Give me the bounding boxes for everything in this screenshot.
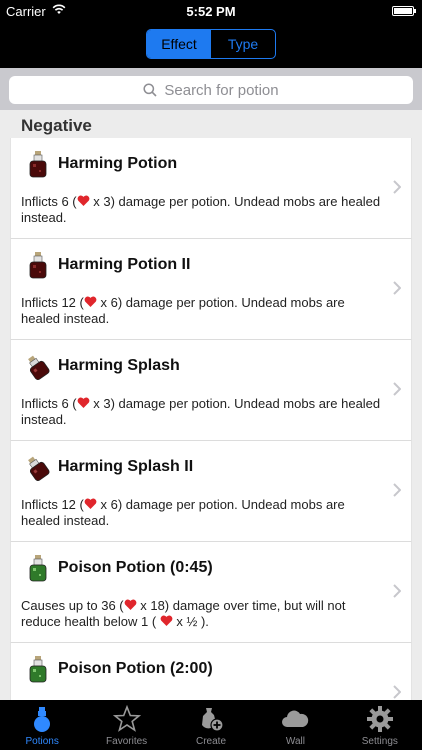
search-placeholder: Search for potion	[164, 81, 279, 99]
potion-title: Poison Potion (2:00)	[58, 660, 213, 677]
potion-title: Poison Potion (0:45)	[58, 559, 213, 576]
chevron-right-icon	[393, 584, 401, 598]
heart-icon	[160, 615, 173, 626]
list-item[interactable]: Harming Potion II Inflicts 12 ( x 6) dama…	[10, 239, 412, 340]
section-header: Negative	[0, 110, 422, 138]
harming-potion-icon	[26, 150, 50, 180]
heart-icon	[77, 397, 90, 408]
chevron-right-icon	[393, 685, 401, 699]
list-item[interactable]: Harming Splash Inflicts 6 ( x 3) damage p…	[10, 340, 412, 441]
harming-splash-icon	[26, 453, 50, 483]
segment-effect[interactable]: Effect	[147, 30, 211, 58]
potion-list: Harming Potion Inflicts 6 ( x 3) damage p…	[10, 138, 412, 744]
create-icon	[197, 705, 225, 733]
tab-label: Wall	[285, 736, 305, 747]
tab-bar: Potions Favorites Create Wall Settings	[0, 700, 422, 750]
potion-description: Inflicts 6 ( x 3) damage per potion. Und…	[21, 194, 381, 225]
heart-icon	[84, 296, 97, 307]
potion-description: Causes up to 36 ( x 18) damage over time…	[21, 598, 346, 629]
chevron-right-icon	[393, 483, 401, 497]
tab-label: Potions	[25, 736, 59, 747]
list-item[interactable]: Harming Splash II Inflicts 12 ( x 6) dama…	[10, 441, 412, 542]
status-bar: Carrier 5:52 PM	[0, 0, 422, 22]
potion-title: Harming Splash	[58, 357, 180, 374]
poison-potion-icon	[26, 554, 50, 584]
status-time: 5:52 PM	[186, 4, 236, 19]
cloud-icon	[281, 705, 309, 733]
chevron-right-icon	[393, 180, 401, 194]
potion-title: Harming Potion	[58, 155, 178, 172]
tab-label: Favorites	[106, 736, 148, 747]
search-input[interactable]: Search for potion	[9, 76, 413, 104]
search-icon	[143, 83, 157, 97]
tab-label: Create	[196, 736, 227, 747]
search-bar: Search for potion	[0, 68, 422, 110]
tab-potions[interactable]: Potions	[0, 700, 84, 750]
tab-favorites[interactable]: Favorites	[84, 700, 168, 750]
list-item[interactable]: Harming Potion Inflicts 6 ( x 3) damage p…	[10, 138, 412, 239]
tab-create[interactable]: Create	[169, 700, 253, 750]
poison-potion-icon	[26, 655, 50, 685]
harming-splash-icon	[26, 352, 50, 382]
potion-description: Inflicts 6 ( x 3) damage per potion. Und…	[21, 396, 381, 427]
potion-tab-icon	[28, 705, 56, 733]
harming-potion-icon	[26, 251, 50, 281]
chevron-right-icon	[393, 382, 401, 396]
list-item[interactable]: Poison Potion (0:45) Causes up to 36 ( x …	[10, 542, 412, 643]
tab-wall[interactable]: Wall	[253, 700, 337, 750]
potion-description: Inflicts 12 ( x 6) damage per potion. Un…	[21, 295, 345, 326]
chevron-right-icon	[393, 281, 401, 295]
gear-icon	[366, 705, 394, 733]
heart-icon	[84, 498, 97, 509]
potion-title: Harming Potion II	[58, 256, 191, 273]
battery-icon	[392, 6, 416, 16]
potion-description: Inflicts 12 ( x 6) damage per potion. Un…	[21, 497, 345, 528]
star-icon	[112, 704, 141, 733]
section-title: Negative	[21, 116, 92, 135]
heart-icon	[77, 195, 90, 206]
nav-bar: Effect Type	[0, 22, 422, 68]
segment-type[interactable]: Type	[211, 30, 275, 58]
tab-settings[interactable]: Settings	[338, 700, 422, 750]
segmented-control: Effect Type	[146, 29, 276, 59]
potion-title: Harming Splash II	[58, 458, 194, 475]
tab-label: Settings	[361, 736, 398, 747]
heart-icon	[124, 599, 137, 610]
